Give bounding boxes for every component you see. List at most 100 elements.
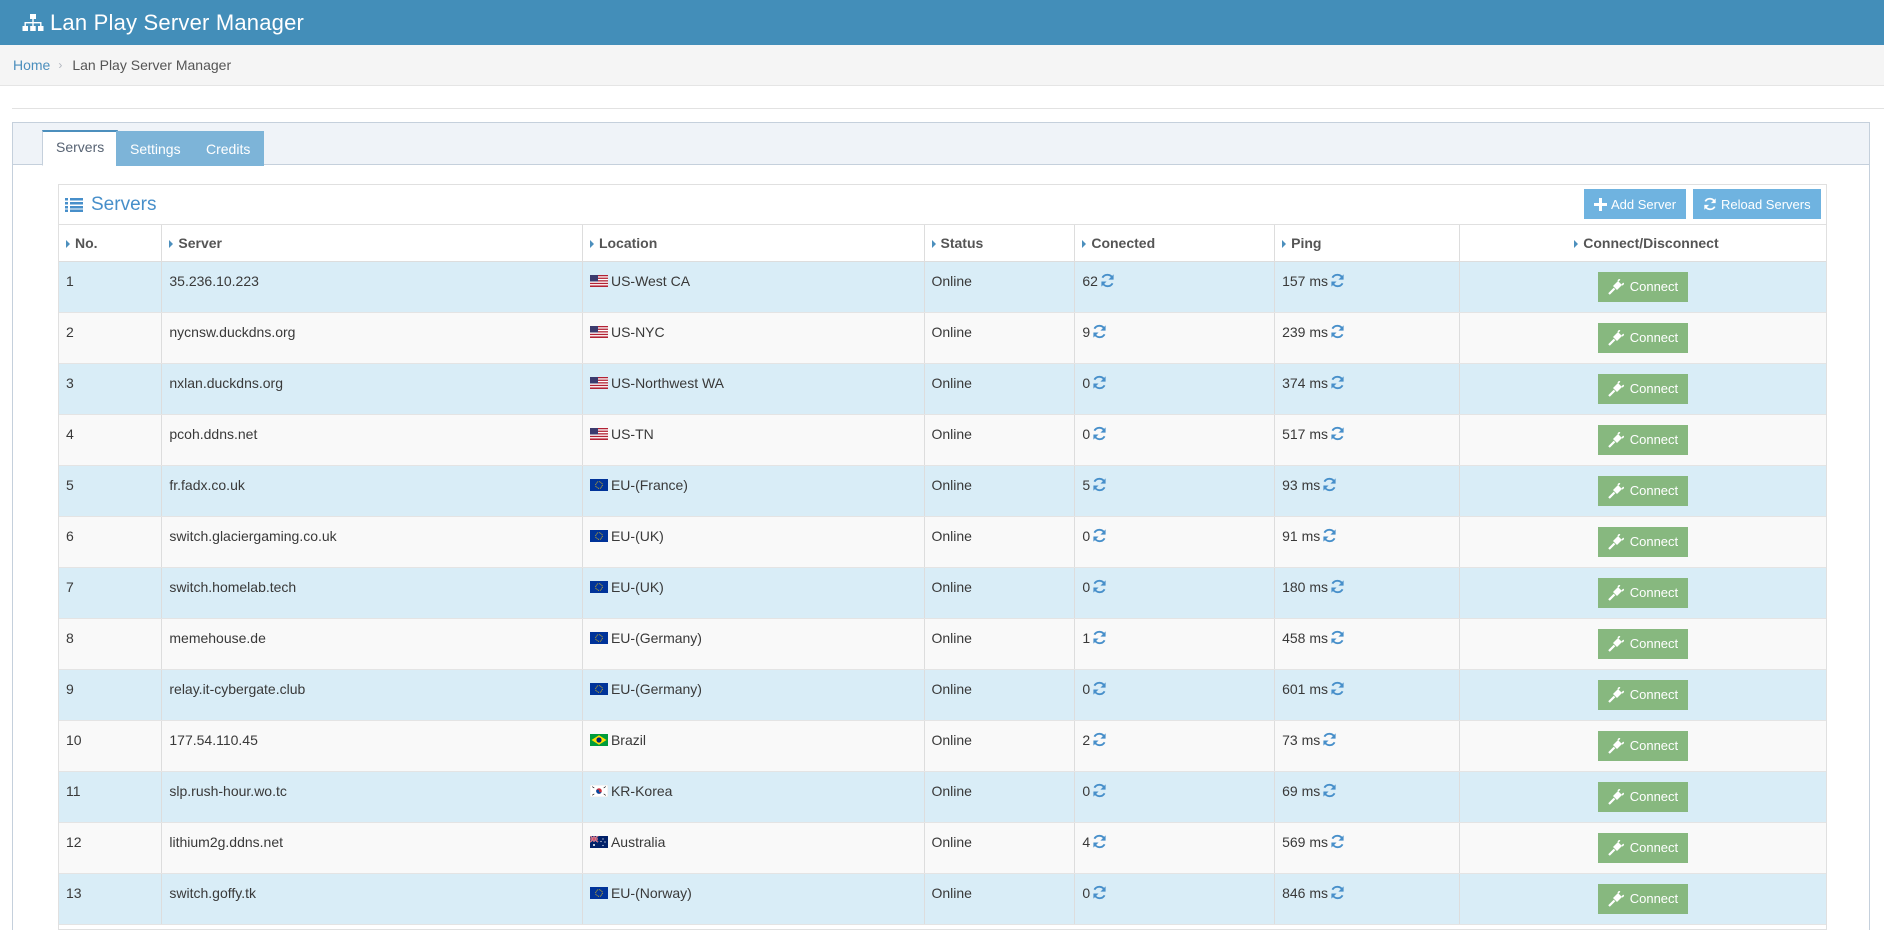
plug-icon — [1607, 533, 1624, 550]
refresh-icon[interactable] — [1092, 375, 1107, 390]
refresh-icon[interactable] — [1330, 579, 1345, 594]
refresh-icon[interactable] — [1092, 834, 1107, 849]
col-header-connected[interactable]: Conected — [1074, 225, 1276, 262]
plug-icon — [1607, 278, 1624, 295]
col-header-ping[interactable]: Ping — [1274, 225, 1460, 262]
plug-icon — [1607, 431, 1624, 448]
refresh-icon[interactable] — [1092, 324, 1107, 339]
refresh-icon[interactable] — [1330, 885, 1345, 900]
cell-connect: Connect — [1459, 771, 1826, 823]
tab-credits[interactable]: Credits — [192, 131, 265, 166]
connect-button[interactable]: Connect — [1597, 781, 1689, 812]
refresh-icon[interactable] — [1092, 477, 1107, 492]
connect-button[interactable]: Connect — [1597, 832, 1689, 863]
refresh-icon[interactable] — [1322, 477, 1337, 492]
refresh-icon[interactable] — [1100, 273, 1115, 288]
cell-ping: 91 ms — [1274, 516, 1460, 568]
cell-connect: Connect — [1459, 822, 1826, 874]
col-header-server[interactable]: Server — [161, 225, 583, 262]
col-header-location[interactable]: Location — [582, 225, 925, 262]
cell-server: 35.236.10.223 — [161, 261, 583, 313]
connect-button[interactable]: Connect — [1597, 475, 1689, 506]
cell-status: Online — [924, 465, 1076, 517]
breadcrumb: Home › Lan Play Server Manager — [0, 45, 1884, 86]
refresh-icon[interactable] — [1322, 528, 1337, 543]
refresh-icon[interactable] — [1092, 783, 1107, 798]
location-label: US-Northwest WA — [610, 374, 725, 391]
location-label: US-TN — [610, 425, 654, 442]
sort-caret-icon — [931, 240, 936, 249]
refresh-icon[interactable] — [1330, 273, 1345, 288]
brazil-flag-icon — [589, 733, 608, 746]
table-row: 13 switch.goffy.tk EU-(Norway) Online 0 846 m… — [59, 873, 1826, 925]
sort-caret-icon — [66, 240, 70, 249]
reload-servers-button[interactable]: Reload Servers — [1693, 189, 1821, 219]
col-header-no[interactable]: No. — [59, 225, 163, 262]
tab-servers[interactable]: Servers — [42, 130, 119, 166]
refresh-icon[interactable] — [1322, 732, 1337, 747]
connect-button[interactable]: Connect — [1597, 730, 1689, 761]
connect-label: Connect — [1629, 636, 1679, 651]
app-title[interactable]: Lan Play Server Manager — [50, 10, 304, 36]
cell-connected: 0 — [1074, 567, 1276, 619]
refresh-icon — [1704, 197, 1716, 211]
cell-ping: 601 ms — [1274, 669, 1460, 721]
connected-count: 4 — [1082, 833, 1091, 850]
location-label: US-NYC — [610, 323, 665, 340]
refresh-icon[interactable] — [1092, 426, 1107, 441]
korea-flag-icon — [589, 784, 608, 797]
cell-no: 5 — [59, 465, 163, 517]
table-row: 2 nycnsw.duckdns.org US-NYC Online 9 239 ms Co… — [59, 312, 1826, 364]
refresh-icon[interactable] — [1092, 885, 1107, 900]
plug-icon — [1607, 737, 1624, 754]
connect-button[interactable]: Connect — [1597, 373, 1689, 404]
add-server-button[interactable]: Add Server — [1584, 189, 1687, 219]
cell-location: EU-(UK) — [582, 516, 925, 568]
tab-settings[interactable]: Settings — [116, 131, 195, 166]
cell-server: fr.fadx.co.uk — [161, 465, 583, 517]
widget-title: Servers — [91, 193, 157, 215]
connect-button[interactable]: Connect — [1597, 577, 1689, 608]
refresh-icon[interactable] — [1330, 375, 1345, 390]
refresh-icon[interactable] — [1322, 783, 1337, 798]
connect-button[interactable]: Connect — [1597, 526, 1689, 557]
cell-status: Online — [924, 261, 1076, 313]
refresh-icon[interactable] — [1092, 732, 1107, 747]
refresh-icon[interactable] — [1092, 630, 1107, 645]
cell-server: switch.goffy.tk — [161, 873, 583, 925]
cell-location: US-NYC — [582, 312, 925, 364]
cell-server: nxlan.duckdns.org — [161, 363, 583, 415]
col-header-status[interactable]: Status — [924, 225, 1076, 262]
connect-button[interactable]: Connect — [1597, 679, 1689, 710]
connected-count: 9 — [1082, 323, 1091, 340]
refresh-icon[interactable] — [1092, 579, 1107, 594]
refresh-icon[interactable] — [1092, 528, 1107, 543]
refresh-icon[interactable] — [1330, 324, 1345, 339]
connect-button[interactable]: Connect — [1597, 271, 1689, 302]
connect-button[interactable]: Connect — [1597, 883, 1689, 914]
connect-label: Connect — [1629, 483, 1679, 498]
connect-button[interactable]: Connect — [1597, 322, 1689, 353]
location-label: EU-(UK) — [610, 527, 664, 544]
cell-server: slp.rush-hour.wo.tc — [161, 771, 583, 823]
col-header-connect[interactable]: Connect/Disconnect — [1459, 225, 1826, 262]
cell-ping: 180 ms — [1274, 567, 1460, 619]
refresh-icon[interactable] — [1330, 630, 1345, 645]
us-flag-icon — [589, 376, 608, 389]
cell-no: 3 — [59, 363, 163, 415]
refresh-icon[interactable] — [1330, 834, 1345, 849]
connected-count: 1 — [1082, 629, 1091, 646]
cell-status: Online — [924, 516, 1076, 568]
table-row: 4 pcoh.ddns.net US-TN Online 0 517 ms Connect — [59, 414, 1826, 466]
sort-caret-icon — [589, 240, 594, 249]
servers-table: No. Server Location Status Conected Ping… — [59, 225, 1826, 925]
breadcrumb-home-link[interactable]: Home — [13, 57, 50, 73]
refresh-icon[interactable] — [1092, 681, 1107, 696]
connected-count: 0 — [1082, 425, 1091, 442]
table-row: 10 177.54.110.45 Brazil Online 2 73 ms Connect — [59, 720, 1826, 772]
refresh-icon[interactable] — [1330, 426, 1345, 441]
connect-button[interactable]: Connect — [1597, 424, 1689, 455]
cell-connect: Connect — [1459, 465, 1826, 517]
connect-button[interactable]: Connect — [1597, 628, 1689, 659]
refresh-icon[interactable] — [1330, 681, 1345, 696]
